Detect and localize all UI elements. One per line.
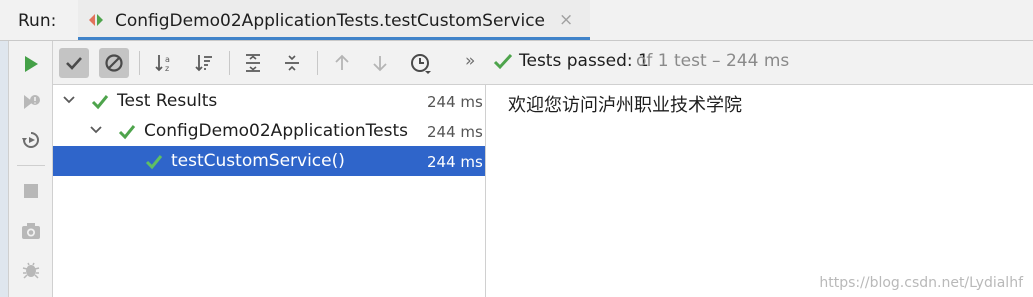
output-line: 欢迎您访问泸州职业技术学院 bbox=[508, 95, 742, 116]
tree-item-duration: 244 ms bbox=[427, 153, 483, 171]
check-icon bbox=[66, 57, 82, 70]
tree-item-label: testCustomService() bbox=[171, 151, 345, 171]
watermark: https://blog.csdn.net/Lydialhf bbox=[819, 275, 1023, 291]
tree-item-label: ConfigDemo02ApplicationTests bbox=[144, 121, 409, 141]
run-tab[interactable]: ConfigDemo02ApplicationTests.testCustomS… bbox=[78, 0, 590, 40]
run-header: Run: ConfigDemo02ApplicationTests.testCu… bbox=[0, 0, 1033, 41]
status-count-text: of 1 test – 244 ms bbox=[636, 51, 790, 71]
show-ignored-button[interactable] bbox=[99, 48, 129, 78]
chevron-down-icon[interactable] bbox=[89, 123, 103, 137]
collapse-all-icon bbox=[285, 55, 299, 71]
left-toolbar bbox=[9, 41, 53, 297]
run-tab-title: ConfigDemo02ApplicationTests.testCustomS… bbox=[115, 11, 546, 31]
expand-all-icon bbox=[246, 54, 260, 72]
test-run-icon bbox=[89, 14, 103, 26]
test-toolbar: a z » Tests passed: 1 of 1 test – 244 ms bbox=[53, 41, 1033, 85]
sort-alphabetically-button[interactable]: a z bbox=[149, 48, 179, 78]
sort-by-duration-button[interactable] bbox=[189, 48, 219, 78]
clock-icon bbox=[411, 54, 431, 74]
divider bbox=[17, 165, 45, 166]
chevron-down-icon[interactable] bbox=[62, 93, 76, 107]
toggle-auto-test-icon[interactable] bbox=[21, 130, 41, 150]
test-history-button[interactable] bbox=[405, 48, 435, 78]
status-passed-text: Tests passed: 1 bbox=[519, 51, 649, 71]
stop-icon[interactable] bbox=[21, 181, 41, 201]
previous-failed-button[interactable] bbox=[327, 48, 357, 78]
ignored-icon bbox=[105, 54, 123, 72]
tree-item-duration: 244 ms bbox=[427, 123, 483, 141]
passed-check-icon bbox=[493, 53, 513, 70]
rerun-failed-icon[interactable] bbox=[21, 92, 41, 112]
toolbar-separator bbox=[139, 51, 140, 75]
passed-check-icon bbox=[91, 95, 109, 110]
toolbar-separator bbox=[229, 51, 230, 75]
arrow-down-icon bbox=[373, 56, 387, 72]
toolbar-separator bbox=[317, 51, 318, 75]
svg-text:z: z bbox=[165, 64, 169, 73]
run-label: Run: bbox=[18, 11, 57, 31]
arrow-up-icon bbox=[335, 54, 349, 70]
show-passed-button[interactable] bbox=[59, 48, 89, 78]
passed-check-icon bbox=[145, 155, 163, 170]
sort-duration-icon bbox=[195, 55, 212, 72]
next-failed-button[interactable] bbox=[365, 48, 395, 78]
close-icon[interactable]: × bbox=[559, 10, 573, 30]
tree-item-test-class[interactable]: ConfigDemo02ApplicationTests 244 ms bbox=[53, 116, 485, 146]
tree-item-duration: 244 ms bbox=[427, 93, 483, 111]
tree-item-test-results[interactable]: Test Results 244 ms bbox=[53, 86, 485, 116]
expand-all-button[interactable] bbox=[238, 48, 268, 78]
collapse-all-button[interactable] bbox=[277, 48, 307, 78]
sort-alpha-icon: a z bbox=[155, 55, 170, 73]
side-strip bbox=[0, 41, 9, 297]
svg-text:a: a bbox=[165, 55, 170, 64]
camera-icon[interactable] bbox=[21, 221, 41, 241]
tree-item-test-method[interactable]: testCustomService() 244 ms bbox=[53, 146, 485, 176]
console-output[interactable]: 欢迎您访问泸州职业技术学院 https://blog.csdn.net/Lydi… bbox=[486, 85, 1033, 297]
export-tests-icon[interactable] bbox=[21, 260, 41, 280]
more-actions-icon[interactable]: » bbox=[465, 51, 475, 71]
rerun-icon[interactable] bbox=[21, 54, 41, 74]
test-tree: Test Results 244 ms ConfigDemo02Applicat… bbox=[53, 85, 486, 297]
tree-item-label: Test Results bbox=[117, 91, 218, 111]
passed-check-icon bbox=[118, 125, 136, 140]
